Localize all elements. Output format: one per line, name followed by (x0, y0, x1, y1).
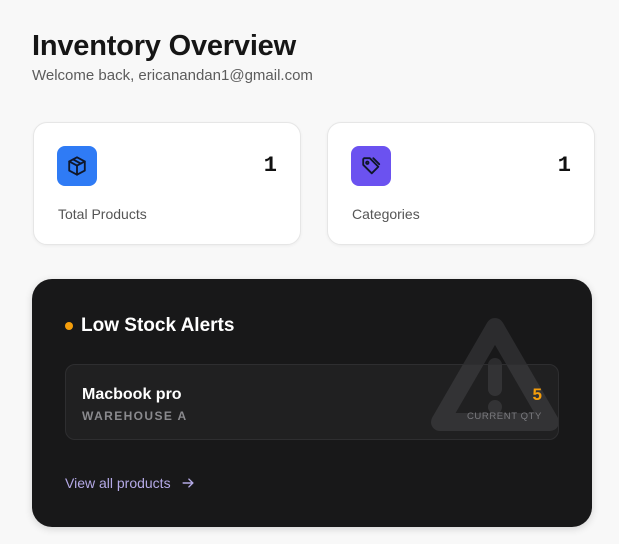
low-stock-alerts-panel: Low Stock Alerts Macbook pro WAREHOUSE A… (32, 279, 592, 527)
welcome-message: Welcome back, ericanandan1@gmail.com (32, 67, 313, 84)
alerts-header: Low Stock Alerts (65, 315, 234, 337)
page-title: Inventory Overview (32, 30, 296, 62)
low-stock-item[interactable]: Macbook pro WAREHOUSE A 5 CURRENT QTY (65, 364, 559, 440)
product-name: Macbook pro (82, 386, 182, 403)
categories-value: 1 (557, 153, 571, 178)
alerts-title: Low Stock Alerts (81, 315, 235, 336)
categories-card: 1 Categories (327, 122, 595, 245)
alert-status-dot (65, 322, 73, 330)
view-all-products-label: View all products (65, 475, 171, 491)
view-all-products-link[interactable]: View all products (65, 474, 195, 492)
current-qty-label: CURRENT QTY (466, 411, 542, 422)
tag-icon (351, 146, 391, 186)
total-products-card: 1 Total Products (33, 122, 301, 245)
dashboard-page: Inventory Overview Welcome back, ericana… (0, 0, 619, 544)
total-products-value: 1 (263, 153, 277, 178)
package-icon (57, 146, 97, 186)
current-qty-value: 5 (532, 385, 542, 404)
product-location: WAREHOUSE A (82, 409, 188, 423)
categories-label: Categories (352, 206, 420, 222)
total-products-label: Total Products (58, 206, 147, 222)
arrow-right-icon (182, 478, 194, 488)
